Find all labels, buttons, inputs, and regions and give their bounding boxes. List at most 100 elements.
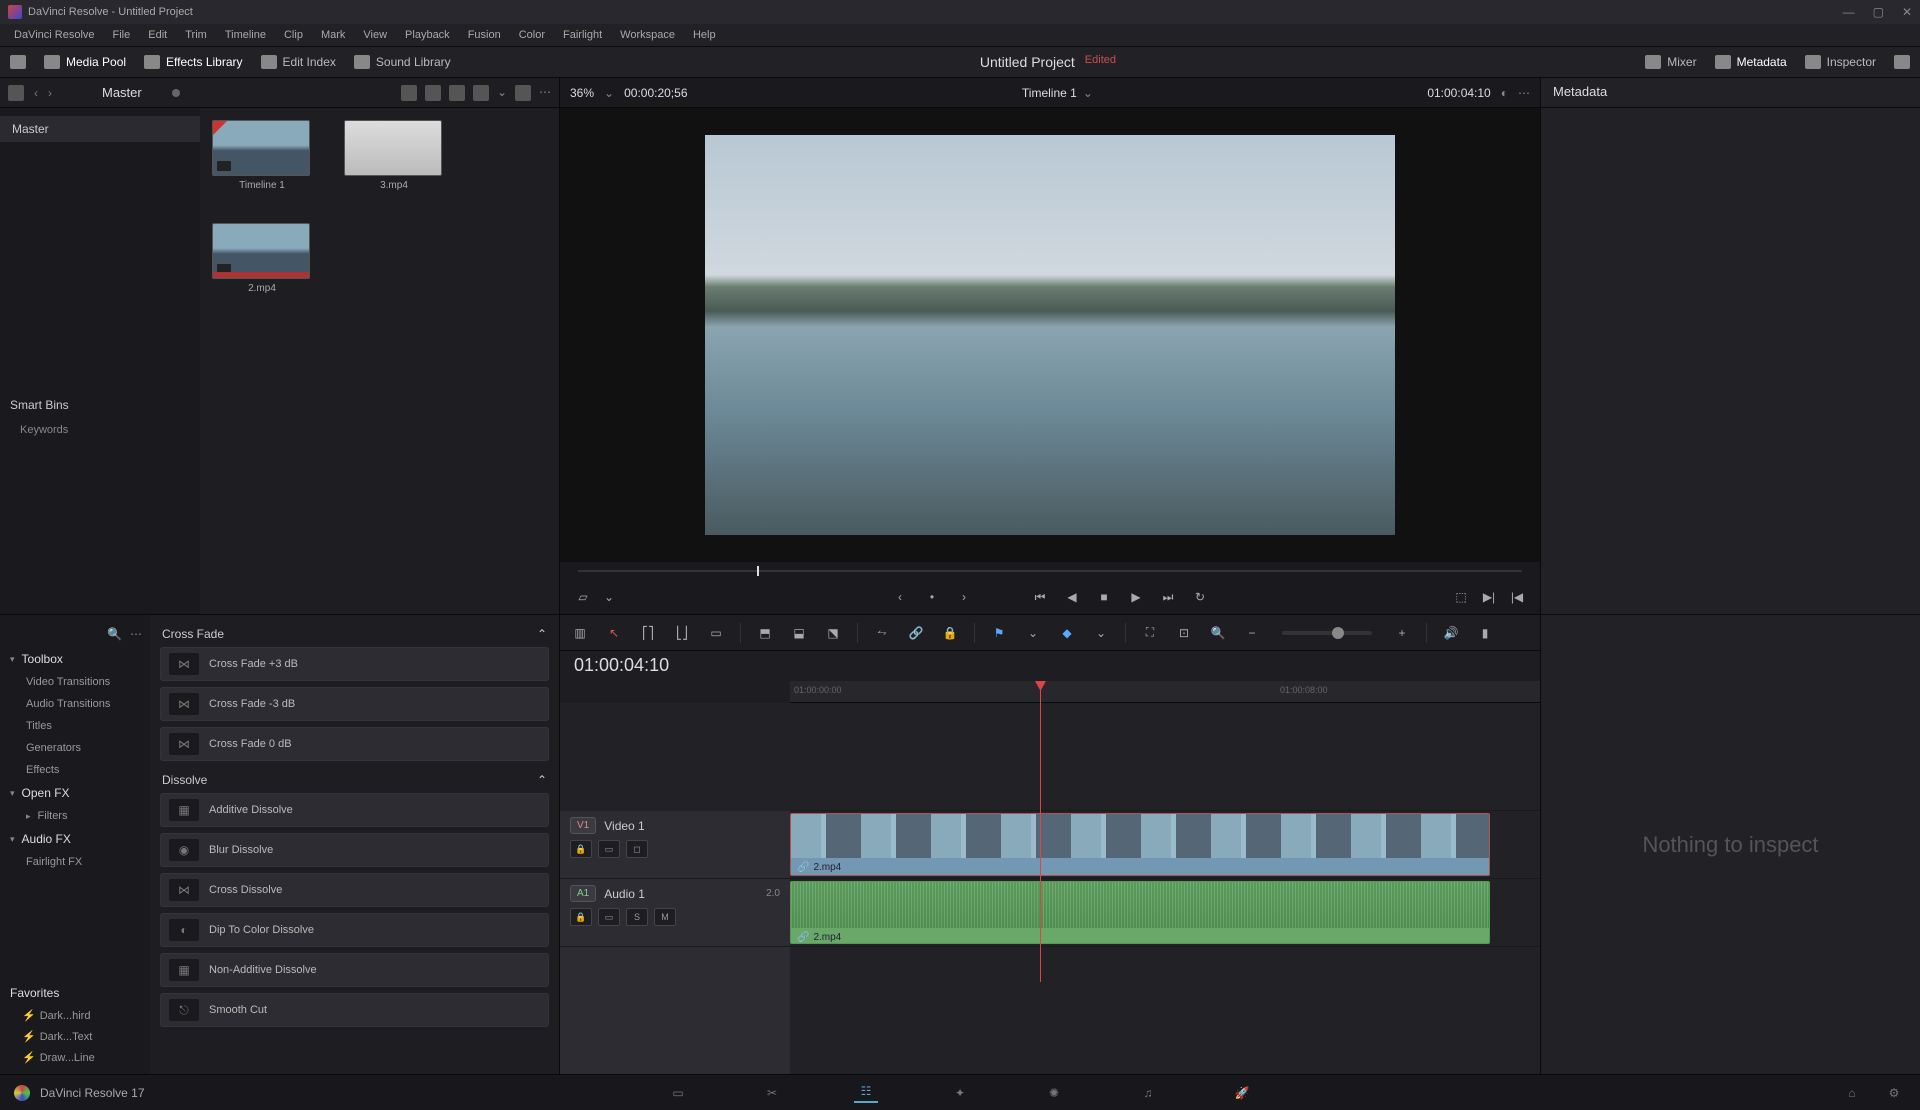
track-disable-icon[interactable]: ◻ xyxy=(626,840,648,858)
full-screen-button[interactable] xyxy=(1894,55,1910,69)
fx-crossfade-0[interactable]: ⋈Cross Fade 0 dB xyxy=(160,727,549,761)
bypass-fx-icon[interactable]: ◐ xyxy=(1501,86,1508,100)
menu-trim[interactable]: Trim xyxy=(177,27,215,43)
metadata-toggle[interactable]: Metadata xyxy=(1715,55,1787,69)
v1-badge[interactable]: V1 xyxy=(570,817,596,834)
menu-view[interactable]: View xyxy=(355,27,395,43)
prev-edit-icon[interactable]: |◀ xyxy=(1508,588,1526,606)
color-page-icon[interactable]: ✺ xyxy=(1042,1083,1066,1103)
overlay-dropdown-icon[interactable]: ⌄ xyxy=(600,588,618,606)
keywords-bin[interactable]: Keywords xyxy=(0,418,200,442)
transform-overlay-icon[interactable]: ▱ xyxy=(574,588,592,606)
play-button[interactable]: ▶ xyxy=(1127,588,1145,606)
a1-lane[interactable]: 🔗2.mp4 xyxy=(790,879,1540,947)
deliver-page-icon[interactable]: 🚀 xyxy=(1230,1083,1254,1103)
favorite-3[interactable]: ⚡ Draw...Line xyxy=(0,1047,150,1068)
fx-additive-dissolve[interactable]: ▦Additive Dissolve xyxy=(160,793,549,827)
media-pool-toggle[interactable]: Media Pool xyxy=(44,55,126,69)
menu-fairlight[interactable]: Fairlight xyxy=(555,27,610,43)
fx-crossfade-minus3[interactable]: ⋈Cross Fade -3 dB xyxy=(160,687,549,721)
bin-view-icon[interactable] xyxy=(8,85,24,101)
track-lock-icon[interactable]: 🔒 xyxy=(570,840,592,858)
menu-clip[interactable]: Clip xyxy=(276,27,311,43)
fx-cross-dissolve[interactable]: ⋈Cross Dissolve xyxy=(160,873,549,907)
list-view-icon[interactable] xyxy=(449,85,465,101)
last-frame-button[interactable]: ⏭ xyxy=(1159,588,1177,606)
blade-tool[interactable]: ▭ xyxy=(706,623,726,643)
edit-page-icon[interactable]: ☷ xyxy=(854,1083,878,1103)
sound-library-toggle[interactable]: Sound Library xyxy=(354,55,451,69)
timeline-view-options[interactable]: ▥ xyxy=(570,623,590,643)
favorite-2[interactable]: ⚡ Dark...Text xyxy=(0,1026,150,1047)
dissolve-group[interactable]: Dissolve xyxy=(162,773,207,787)
fx-dip-to-color[interactable]: ◐Dip To Color Dissolve xyxy=(160,913,549,947)
jog-back-icon[interactable]: ‹ xyxy=(891,588,909,606)
menu-file[interactable]: File xyxy=(105,27,139,43)
audiofx-category[interactable]: Audio FX xyxy=(0,827,150,851)
fx-menu-icon[interactable]: ⋯ xyxy=(130,627,142,641)
maximize-button[interactable]: ▢ xyxy=(1873,5,1884,19)
track-lock-icon[interactable]: 🔒 xyxy=(570,908,592,926)
home-icon[interactable]: ⌂ xyxy=(1840,1083,1864,1103)
generators-cat[interactable]: Generators xyxy=(0,737,150,759)
auto-select-icon[interactable]: ▭ xyxy=(598,840,620,858)
bin-path[interactable]: Master xyxy=(102,85,142,100)
a1-badge[interactable]: A1 xyxy=(570,885,596,902)
collapse-icon[interactable]: ⌃ xyxy=(537,627,547,641)
minimize-button[interactable]: — xyxy=(1843,5,1855,19)
inspector-toggle[interactable]: Inspector xyxy=(1805,55,1876,69)
sort-icon[interactable] xyxy=(515,85,531,101)
fx-non-additive[interactable]: ▦Non-Additive Dissolve xyxy=(160,953,549,987)
smart-bins-header[interactable]: Smart Bins xyxy=(0,392,200,418)
nav-back-icon[interactable]: ‹ xyxy=(34,86,38,100)
search-icon[interactable] xyxy=(473,85,489,101)
loop-button[interactable]: ↻ xyxy=(1191,588,1209,606)
link-toggle[interactable]: 🔗 xyxy=(906,623,926,643)
settings-icon[interactable]: ⚙ xyxy=(1882,1083,1906,1103)
video-track-header[interactable]: V1 Video 1 🔒 ▭ ◻ xyxy=(560,811,790,879)
timeline-playhead[interactable] xyxy=(1040,681,1041,982)
mute-button[interactable]: M xyxy=(654,908,676,926)
toolbox-category[interactable]: Toolbox xyxy=(0,647,150,671)
close-button[interactable]: ✕ xyxy=(1902,5,1912,19)
collapse-icon[interactable]: ⌃ xyxy=(537,773,547,787)
trim-tool[interactable]: ⎡⎤ xyxy=(638,623,658,643)
menu-color[interactable]: Color xyxy=(511,27,553,43)
first-frame-button[interactable]: ⏮ xyxy=(1031,588,1049,606)
video-transitions-cat[interactable]: Video Transitions xyxy=(0,671,150,693)
timeline-selector[interactable]: Timeline 1 xyxy=(1022,86,1077,100)
marker-dropdown-icon[interactable]: ⌄ xyxy=(1091,623,1111,643)
clip-timeline-1[interactable]: Timeline 1 xyxy=(212,120,312,191)
titles-cat[interactable]: Titles xyxy=(0,715,150,737)
timeline-dropdown-icon[interactable]: ⌄ xyxy=(1083,86,1093,100)
jog-fwd-icon[interactable]: › xyxy=(955,588,973,606)
thumb-view-icon[interactable] xyxy=(425,85,441,101)
marker-tool[interactable]: ◆ xyxy=(1057,623,1077,643)
reverse-button[interactable]: ◀ xyxy=(1063,588,1081,606)
overwrite-clip-tool[interactable]: ⬓ xyxy=(789,623,809,643)
zoom-in-button[interactable]: + xyxy=(1392,623,1412,643)
menu-fusion[interactable]: Fusion xyxy=(460,27,509,43)
clip-3-mp4[interactable]: 3.mp4 xyxy=(344,120,444,191)
audio-transitions-cat[interactable]: Audio Transitions xyxy=(0,693,150,715)
menu-workspace[interactable]: Workspace xyxy=(612,27,683,43)
next-edit-icon[interactable]: ▶| xyxy=(1480,588,1498,606)
insert-clip-tool[interactable]: ⬒ xyxy=(755,623,775,643)
video-clip[interactable]: 🔗2.mp4 xyxy=(790,813,1490,876)
zoom-out-button[interactable]: − xyxy=(1242,623,1262,643)
metadata-view-icon[interactable] xyxy=(401,85,417,101)
empty-track-area[interactable] xyxy=(790,703,1540,811)
lock-toggle[interactable]: 🔒 xyxy=(940,623,960,643)
viewer-scrubber[interactable] xyxy=(578,562,1522,580)
fx-crossfade-plus3[interactable]: ⋈Cross Fade +3 dB xyxy=(160,647,549,681)
nav-fwd-icon[interactable]: › xyxy=(48,86,52,100)
fusion-page-icon[interactable]: ✦ xyxy=(948,1083,972,1103)
fairlight-page-icon[interactable]: ♫ xyxy=(1136,1083,1160,1103)
zoom-slider[interactable] xyxy=(1282,631,1372,635)
zoom-detail-icon[interactable]: ⊡ xyxy=(1174,623,1194,643)
filters-cat[interactable]: Filters xyxy=(0,805,150,827)
solo-button[interactable]: S xyxy=(626,908,648,926)
audio-track-header[interactable]: A1 Audio 1 2.0 🔒 ▭ S M xyxy=(560,879,790,947)
menu-davinci[interactable]: DaVinci Resolve xyxy=(6,27,103,43)
cut-page-icon[interactable]: ✂ xyxy=(760,1083,784,1103)
